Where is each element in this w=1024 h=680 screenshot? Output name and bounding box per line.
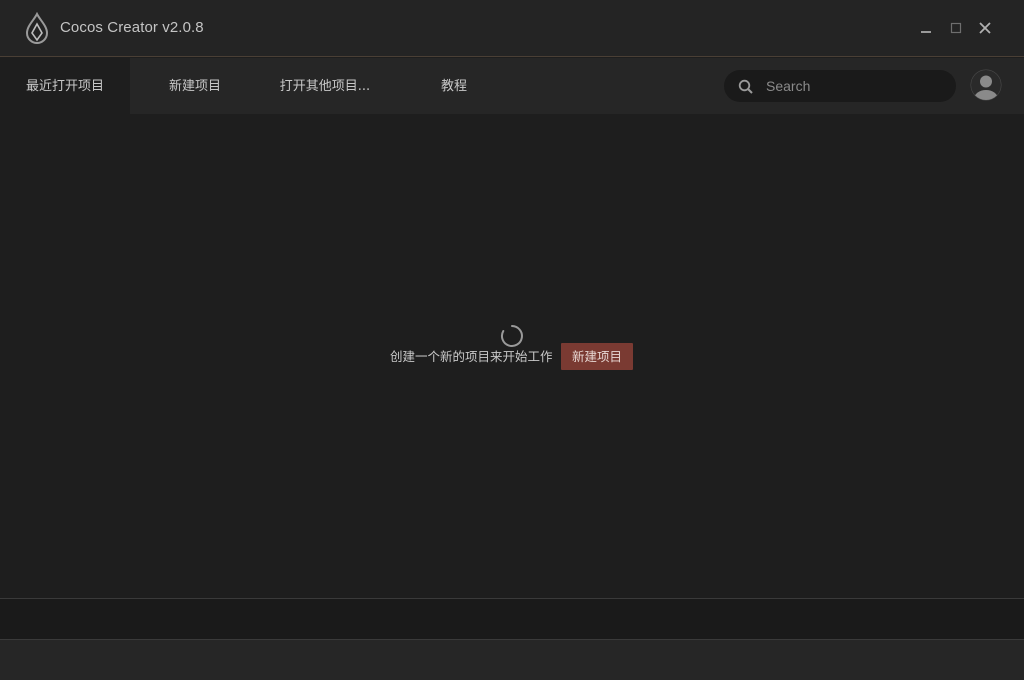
nav-bar: 最近打开项目 新建项目 打开其他项目... 教程 [0,58,1024,114]
search-input[interactable] [766,76,946,96]
user-avatar-button[interactable] [970,69,1002,101]
empty-state-message: 创建一个新的项目来开始工作 [390,349,553,364]
cocos-logo-icon [24,11,50,45]
maximize-icon [950,22,962,34]
loading-spinner-icon [500,325,523,347]
close-button[interactable] [975,18,995,38]
search-icon [738,79,753,94]
minimize-icon [921,31,931,33]
tab-recent-projects[interactable]: 最近打开项目 [0,58,130,114]
tab-tutorial[interactable]: 教程 [410,58,498,114]
tab-open-other-project[interactable]: 打开其他项目... [262,58,388,114]
user-avatar-icon [970,69,1002,101]
search-box[interactable] [724,70,956,102]
recent-projects-panel: 创建一个新的项目来开始工作 新建项目 [0,114,1024,598]
create-new-project-button[interactable]: 新建项目 [561,343,633,370]
close-icon [979,22,991,34]
footer-area [0,640,1024,680]
maximize-button[interactable] [946,18,966,38]
app-title: Cocos Creator v2.0.8 [60,19,204,36]
title-bar: Cocos Creator v2.0.8 [0,0,1024,57]
minimize-button[interactable] [916,18,936,38]
status-bar [0,598,1024,640]
tab-new-project[interactable]: 新建项目 [142,58,248,114]
